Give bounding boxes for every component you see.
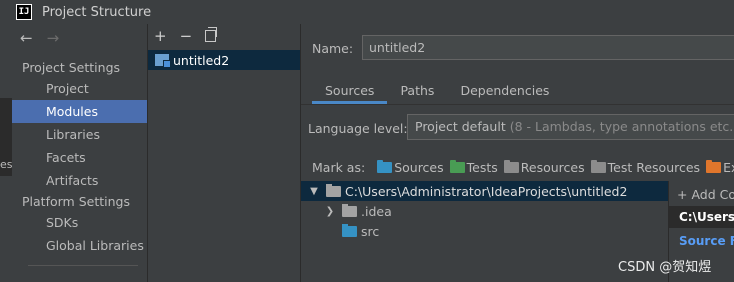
tests-folder-icon	[449, 160, 465, 173]
tree-row-idea[interactable]: ❯ .idea	[301, 201, 668, 221]
sources-folder-icon	[377, 160, 393, 173]
sidebar-divider	[28, 265, 138, 266]
content-root-path: C:\Users\	[669, 206, 734, 228]
modules-toolbar: + −	[148, 24, 300, 48]
tabs-divider	[301, 104, 734, 105]
sidebar-item-facets[interactable]: Facets	[12, 146, 147, 169]
module-list-item[interactable]: untitled2	[148, 50, 300, 70]
name-label: Name:	[312, 41, 354, 56]
add-content-root-button[interactable]: + Add Co	[677, 187, 734, 202]
mark-as-sources-button[interactable]: Sources	[377, 160, 444, 175]
language-level-value: Project default	[415, 119, 506, 134]
resources-folder-icon	[503, 160, 519, 173]
tree-row-src[interactable]: src	[301, 221, 668, 241]
arrow-left-icon[interactable]: ←	[20, 29, 33, 47]
language-level-hint: (8 - Lambdas, type annotations etc.)	[509, 119, 734, 134]
platform-settings-heading: Platform Settings	[22, 194, 130, 209]
module-folder-icon	[155, 54, 171, 68]
tree-row-root[interactable]: ▼ C:\Users\Administrator\IdeaProjects\un…	[301, 181, 668, 201]
folder-icon	[342, 203, 357, 217]
mark-as-test-resources-button[interactable]: Test Resources	[590, 160, 701, 175]
mark-as-tests-button[interactable]: Tests	[449, 160, 498, 175]
folder-icon	[326, 183, 341, 197]
module-name: untitled2	[173, 52, 230, 68]
test-resources-folder-icon	[590, 160, 606, 173]
arrow-right-icon[interactable]: →	[47, 29, 60, 47]
source-folders-heading: Source Fo	[679, 234, 734, 248]
project-settings-heading: Project Settings	[22, 60, 121, 75]
mark-as-excluded-label: Excl	[723, 160, 734, 175]
mark-as-test-resources-label: Test Resources	[607, 160, 701, 175]
module-name-input[interactable]: untitled2	[362, 35, 734, 60]
sidebar-item-modules[interactable]: Modules	[12, 100, 147, 123]
tab-dependencies[interactable]: Dependencies	[447, 78, 562, 104]
copy-module-icon[interactable]	[205, 27, 218, 42]
sidebar-item-sdks[interactable]: SDKs	[12, 211, 147, 234]
mark-as-toolbar: Mark as: Sources Tests Resources Test Re…	[312, 160, 734, 175]
mark-as-tests-label: Tests	[466, 160, 498, 175]
tab-paths[interactable]: Paths	[387, 78, 447, 104]
chevron-down-icon[interactable]: ▼	[308, 186, 320, 197]
navigation-row: ← →	[0, 24, 147, 52]
module-details-pane: Name: untitled2 Sources Paths Dependenci…	[301, 24, 734, 282]
intellij-app-icon: IJ	[16, 4, 32, 20]
title-bar: IJ Project Structure	[0, 0, 734, 24]
tree-row-idea-label: .idea	[361, 203, 392, 219]
source-folder-icon	[342, 223, 357, 237]
add-module-button[interactable]: +	[154, 28, 167, 44]
tree-row-root-label: C:\Users\Administrator\IdeaProjects\unti…	[345, 183, 628, 199]
modules-pane: + − untitled2	[148, 24, 301, 282]
remove-module-button[interactable]: −	[180, 28, 193, 44]
language-level-select[interactable]: Project default (8 - Lambdas, type annot…	[407, 114, 734, 140]
mark-as-label: Mark as:	[312, 160, 366, 175]
watermark: CSDN @贺知煜	[618, 260, 712, 275]
excluded-folder-icon	[706, 160, 722, 173]
mark-as-excluded-button[interactable]: Excl	[706, 160, 734, 175]
tree-row-src-label: src	[361, 223, 380, 239]
sidebar-item-libraries[interactable]: Libraries	[12, 123, 147, 146]
sidebar-item-global-libraries[interactable]: Global Libraries	[12, 234, 147, 257]
settings-sidebar: ← → Project Settings Project Modules Lib…	[0, 24, 148, 282]
language-level-label: Language level:	[308, 121, 408, 136]
sidebar-item-project[interactable]: Project	[12, 77, 147, 100]
sidebar-item-artifacts[interactable]: Artifacts	[12, 169, 147, 192]
mark-as-sources-label: Sources	[394, 160, 444, 175]
details-tabs: Sources Paths Dependencies	[312, 78, 562, 104]
chevron-right-icon[interactable]: ❯	[324, 206, 336, 217]
content-root-tree: ▼ C:\Users\Administrator\IdeaProjects\un…	[301, 181, 668, 282]
mark-as-resources-button[interactable]: Resources	[503, 160, 585, 175]
tab-sources[interactable]: Sources	[312, 78, 388, 104]
window-title: Project Structure	[42, 4, 152, 20]
mark-as-resources-label: Resources	[520, 160, 585, 175]
background-window-label: es	[0, 158, 13, 171]
